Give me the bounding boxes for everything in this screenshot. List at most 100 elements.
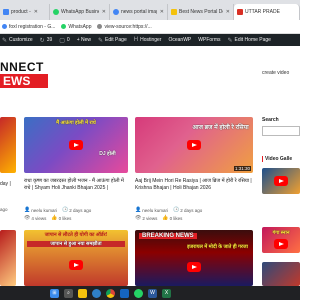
bookmark-label: WhatsApp [68, 23, 92, 30]
pencil-icon: ✎ [227, 37, 233, 44]
bookmark-item[interactable]: view-source:https://... [97, 23, 152, 30]
gallery-thumbnail[interactable]: गंगा स्नान [262, 227, 300, 253]
tab-label: WhatsApp Business [61, 9, 99, 15]
user-icon: 👤 [24, 207, 31, 213]
video-thumbnail-partial[interactable] [0, 117, 16, 173]
thumbnail-caption-secondary: इजरायल में मोदी के जाते ही गरजा [187, 244, 248, 250]
bookmark-item[interactable]: foxl registration - G... [2, 24, 55, 30]
video-duration: 1:31:30 [233, 166, 251, 171]
close-icon[interactable]: ✕ [102, 9, 106, 15]
video-meta: 👤 neelu kumari 🕓 2 days ago [24, 207, 91, 213]
video-stats: 👁 4 views 👍 0 likes [24, 215, 71, 221]
word-icon[interactable]: W [148, 288, 157, 298]
play-button-icon[interactable] [187, 262, 201, 272]
whatsapp-icon[interactable] [134, 288, 143, 298]
video-author[interactable]: neelu kumari [31, 208, 57, 213]
search-icon[interactable]: ⌕ [64, 288, 73, 298]
windows-icon[interactable]: ⊞ [50, 288, 59, 298]
refresh-icon: ↻ [39, 37, 45, 44]
tab-label: UTTAR PRADE [245, 9, 280, 15]
play-button-icon[interactable] [69, 140, 83, 150]
search-heading: Search [262, 117, 279, 123]
excel-icon[interactable]: X [162, 288, 171, 298]
browser-tab[interactable]: product - ✕ [0, 4, 50, 20]
gallery-thumbnail[interactable] [262, 168, 300, 194]
video-gallery-heading: Video Galle [262, 156, 292, 162]
browser-tab[interactable]: news portal image ✕ [110, 4, 168, 20]
browser-tab-active[interactable]: UTTAR PRADE [234, 4, 300, 20]
video-likes: 0 likes [169, 215, 183, 221]
video-thumbnail[interactable]: BREAKING NEWS इजरायल में मोदी के जाते ही… [135, 230, 253, 286]
edge-icon[interactable] [92, 288, 101, 298]
video-thumbnail[interactable]: जापान से लौटते ही योगी का ऑर्डर! जापान स… [24, 230, 128, 286]
video-views: 2 views [142, 215, 158, 221]
bookmark-label: foxl registration - G... [9, 23, 56, 30]
edit-home-page-link[interactable]: ✎ Edit Home Page [228, 37, 271, 44]
tab-favicon-icon [3, 9, 9, 15]
tab-favicon-icon [237, 9, 243, 15]
oceanwp-link[interactable]: OceanWP [168, 37, 191, 43]
video-date: 2 days ago [69, 207, 92, 213]
play-button-icon[interactable] [274, 176, 288, 186]
bookmark-item[interactable]: WhatsApp [61, 24, 91, 30]
video-thumbnail[interactable]: मैं आऊंगा होली में राधे DJ होली [24, 117, 128, 173]
bookmark-label: view-source:https://... [104, 23, 152, 30]
video-likes: 0 likes [58, 215, 72, 221]
wpforms-link[interactable]: WPForms [198, 37, 220, 43]
user-icon: 👤 [135, 207, 142, 213]
thumbs-up-icon: 👍 [51, 215, 58, 221]
tab-label: product - [11, 9, 31, 15]
video-stats: 👁 2 views 👍 0 likes [135, 215, 182, 221]
tab-label: news portal image [121, 9, 157, 15]
search-input[interactable] [262, 126, 300, 136]
close-icon[interactable]: ✕ [226, 9, 230, 15]
logo-text-bottom: EWS [0, 74, 48, 88]
file-explorer-icon[interactable] [78, 288, 87, 298]
comments-link[interactable]: ▢ 0 [59, 37, 69, 44]
brush-icon: ✎ [2, 37, 8, 44]
globe-icon [97, 24, 103, 29]
create-video-link[interactable]: create video [262, 70, 289, 76]
video-date: 2 days ago [180, 207, 203, 213]
bookmarks-bar: foxl registration - G... WhatsApp view-s… [0, 20, 300, 34]
hostinger-icon: H [133, 37, 139, 43]
video-meta: 👤 neelu kumari 🕓 2 days ago [135, 207, 202, 213]
browser-tab[interactable]: Best News Portal Do ✕ [168, 4, 234, 20]
close-icon[interactable]: ✕ [34, 9, 38, 15]
customize-link[interactable]: ✎ Customize [2, 37, 33, 44]
play-button-icon[interactable] [274, 239, 288, 249]
chrome-icon[interactable] [106, 288, 115, 298]
site-logo[interactable]: NNECT EWS [0, 58, 48, 92]
video-thumbnail[interactable]: आज ब्रज में होली रे रसिया 1:31:30 [135, 117, 253, 173]
hostinger-link[interactable]: H Hostinger [134, 37, 162, 43]
clock-icon: 🕓 [62, 207, 69, 213]
store-icon[interactable] [120, 288, 129, 298]
video-title-partial[interactable]: day | [0, 181, 16, 188]
thumbnail-caption: BREAKING NEWS [139, 233, 197, 239]
browser-tab[interactable]: WhatsApp Business ✕ [50, 4, 110, 20]
play-button-icon[interactable] [69, 260, 83, 270]
close-icon[interactable]: ✕ [160, 9, 164, 15]
play-button-icon[interactable] [187, 140, 201, 150]
video-title[interactable]: राधा कृष्ण का जबरदस्त होली भजन - मैं आऊं… [24, 178, 128, 192]
google-icon [2, 24, 7, 29]
eye-icon: 👁 [135, 215, 142, 221]
video-thumbnail-partial[interactable] [0, 230, 16, 286]
pencil-icon: ✎ [98, 37, 104, 44]
gallery-thumbnail[interactable] [262, 262, 300, 286]
tab-favicon-icon [171, 9, 177, 15]
windows-taskbar: ⊞ ⌕ W X [0, 286, 300, 300]
edit-page-link[interactable]: ✎ Edit Page [98, 37, 127, 44]
thumbnail-caption-secondary: DJ होली [99, 151, 116, 157]
updates-link[interactable]: ↻ 39 [40, 37, 53, 44]
heading-accent [262, 156, 263, 162]
thumbnail-caption: आज ब्रज में होली रे रसिया [192, 125, 249, 131]
new-content-link[interactable]: + New [77, 37, 91, 43]
thumbnail-caption: गंगा स्नान [272, 230, 290, 236]
video-author[interactable]: neelu kumari [142, 208, 168, 213]
video-title[interactable]: Aaj Brij Mein Hori Re Rasiya | आज ब्रिज … [135, 178, 253, 192]
tab-label: Best News Portal Do [179, 9, 223, 15]
thumbs-up-icon: 👍 [162, 215, 169, 221]
video-meta-partial: ago [0, 207, 8, 212]
logo-text-top: NNECT [0, 60, 44, 74]
